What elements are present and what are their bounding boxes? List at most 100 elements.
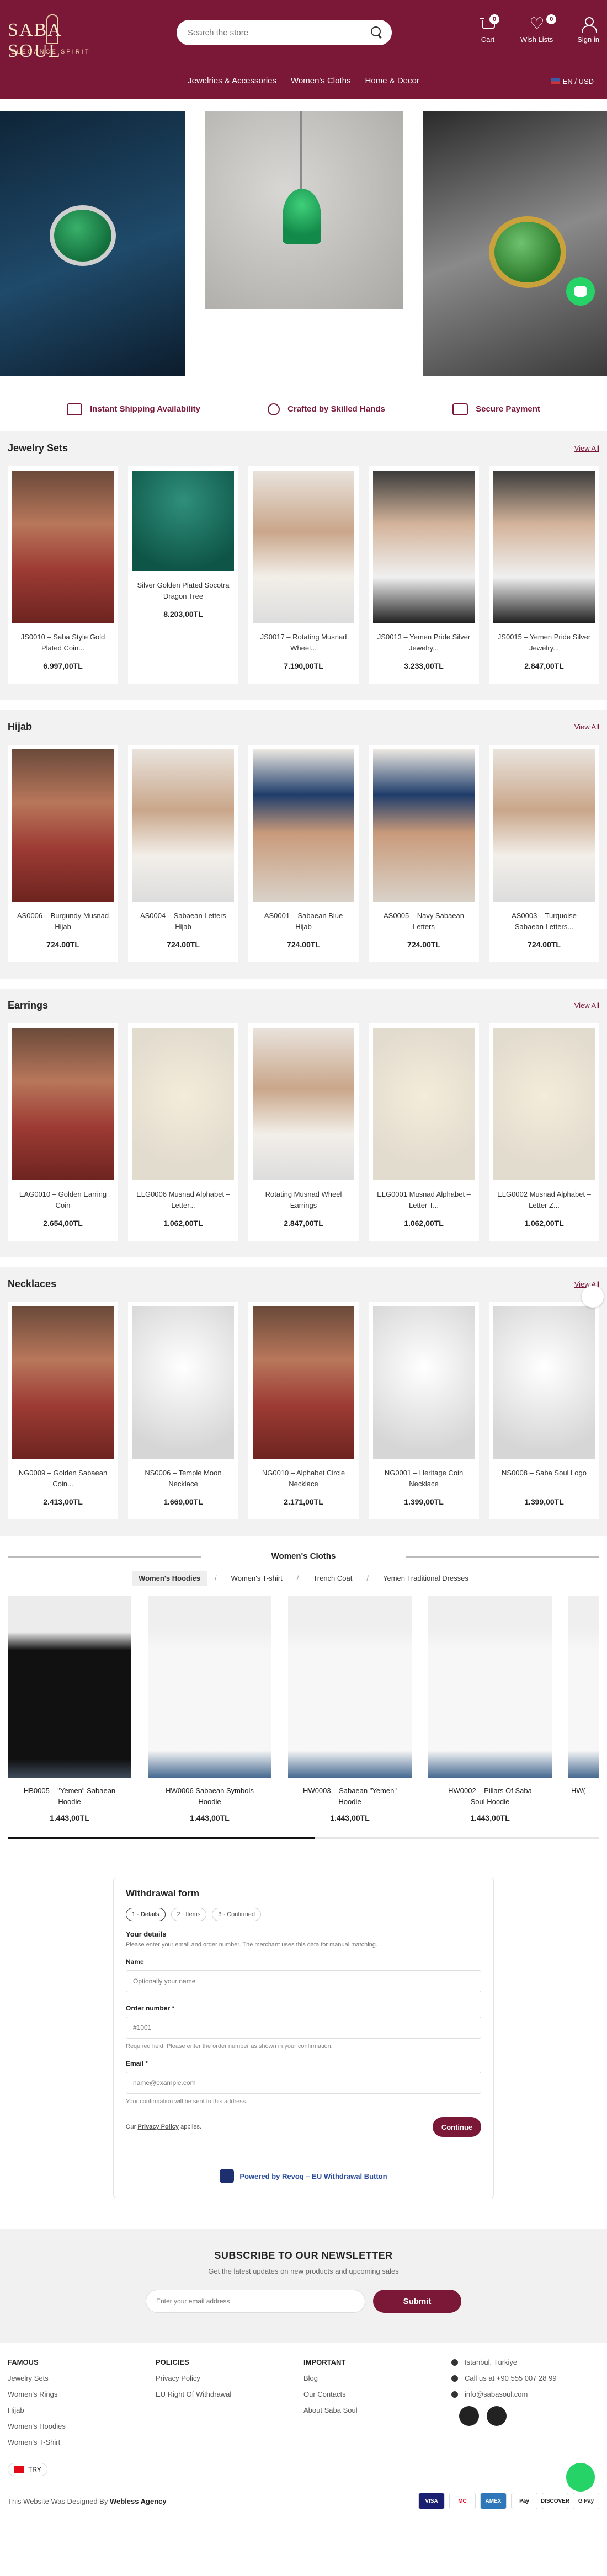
product-card[interactable]: AS0003 – Turquoise Sabaean Letters... 724…: [489, 745, 599, 962]
product-image[interactable]: [12, 1028, 114, 1180]
carousel-scrollbar[interactable]: [8, 1837, 599, 1839]
footer-link[interactable]: Our Contacts: [303, 2390, 451, 2398]
product-image[interactable]: [493, 749, 595, 902]
product-image[interactable]: [373, 1028, 475, 1180]
product-name[interactable]: HW(: [571, 1785, 599, 1796]
product-card[interactable]: HW0003 – Sabaean "Yemen" Hoodie 1.443,00T…: [288, 1596, 412, 1822]
currency-switcher[interactable]: TRY: [8, 2463, 47, 2476]
product-card[interactable]: NS0008 – Saba Soul Logo 1.399,00TL: [489, 1302, 599, 1519]
footer-link[interactable]: Women's Hoodies: [8, 2422, 156, 2430]
product-image[interactable]: [373, 749, 475, 902]
product-name[interactable]: JS0010 – Saba Style Gold Plated Coin...: [16, 632, 110, 654]
product-name[interactable]: HW0002 – Pillars Of Saba Soul Hoodie: [440, 1785, 540, 1807]
product-card[interactable]: ELG0002 Musnad Alphabet – Letter Z... 1.0…: [489, 1023, 599, 1241]
facebook-icon[interactable]: [459, 2406, 479, 2426]
powered-by[interactable]: Powered by Revoq – EU Withdrawal Button: [126, 2169, 481, 2183]
product-card[interactable]: Silver Golden Plated Socotra Dragon Tree…: [128, 466, 238, 684]
footer-link[interactable]: Hijab: [8, 2406, 156, 2414]
nav-item-jewelries[interactable]: Jewelries & Accessories: [188, 76, 276, 86]
whatsapp-chat-button[interactable]: [566, 277, 595, 306]
name-field[interactable]: [126, 1970, 481, 1992]
product-card[interactable]: HW0002 – Pillars Of Saba Soul Hoodie 1.44…: [428, 1596, 552, 1822]
product-image[interactable]: [253, 471, 354, 623]
footer-link[interactable]: Women's Rings: [8, 2390, 156, 2398]
product-name[interactable]: NG0010 – Alphabet Circle Necklace: [257, 1468, 350, 1490]
search-icon[interactable]: [371, 26, 383, 39]
contact-phone[interactable]: Call us at +90 555 007 28 99: [451, 2374, 599, 2382]
cart-button[interactable]: 0 Cart: [480, 14, 500, 44]
product-name[interactable]: ELG0006 Musnad Alphabet – Letter...: [136, 1189, 230, 1211]
product-card[interactable]: NG0001 – Heritage Coin Necklace 1.399,00T…: [369, 1302, 479, 1519]
product-card[interactable]: AS0004 – Sabaean Letters Hijab 724.00TL: [128, 745, 238, 962]
product-name[interactable]: EAG0010 – Golden Earring Coin: [16, 1189, 110, 1211]
tab-womens-tshirt[interactable]: Women's T-shirt: [225, 1571, 289, 1586]
product-card[interactable]: ELG0006 Musnad Alphabet – Letter... 1.062…: [128, 1023, 238, 1241]
product-name[interactable]: JS0015 – Yemen Pride Silver Jewelry...: [497, 632, 591, 654]
product-card[interactable]: ELG0001 Musnad Alphabet – Letter T... 1.0…: [369, 1023, 479, 1241]
product-image[interactable]: [373, 1306, 475, 1459]
product-card[interactable]: AS0005 – Navy Sabaean Letters 724.00TL: [369, 745, 479, 962]
product-image[interactable]: [12, 749, 114, 902]
footer-link[interactable]: Privacy Policy: [156, 2374, 303, 2382]
product-name[interactable]: NG0009 – Golden Sabaean Coin...: [16, 1468, 110, 1490]
contact-text[interactable]: Call us at +90 555 007 28 99: [465, 2374, 557, 2382]
product-card[interactable]: JS0010 – Saba Style Gold Plated Coin... 6…: [8, 466, 118, 684]
product-name[interactable]: ELG0001 Musnad Alphabet – Letter T...: [377, 1189, 471, 1211]
product-name[interactable]: NS0008 – Saba Soul Logo: [497, 1468, 591, 1490]
view-all-link[interactable]: View All: [574, 1001, 599, 1010]
product-card[interactable]: HW0006 Sabaean Symbols Hoodie 1.443,00TL: [148, 1596, 271, 1822]
wishlist-button[interactable]: 0 Wish Lists: [520, 14, 557, 44]
product-name[interactable]: AS0004 – Sabaean Letters Hijab: [136, 910, 230, 932]
tab-trench-coat[interactable]: Trench Coat: [306, 1571, 359, 1586]
product-name[interactable]: Rotating Musnad Wheel Earrings: [257, 1189, 350, 1211]
footer-link[interactable]: About Saba Soul: [303, 2406, 451, 2414]
nav-item-home-decor[interactable]: Home & Decor: [365, 76, 419, 86]
product-name[interactable]: AS0005 – Navy Sabaean Letters: [377, 910, 471, 932]
order-number-field[interactable]: [126, 2017, 481, 2039]
locale-switcher[interactable]: EN / USD: [550, 77, 594, 86]
footer-link[interactable]: EU Right Of Withdrawal: [156, 2390, 303, 2398]
product-card[interactable]: NG0009 – Golden Sabaean Coin... 2.413,00T…: [8, 1302, 118, 1519]
tab-womens-hoodies[interactable]: Women's Hoodies: [132, 1571, 207, 1586]
site-logo[interactable]: SABA SOUL ELEGANCE SPIRIT: [8, 14, 102, 61]
product-image[interactable]: [253, 749, 354, 902]
product-image[interactable]: [8, 1596, 131, 1778]
product-name[interactable]: HW0006 Sabaean Symbols Hoodie: [160, 1785, 259, 1807]
nav-item-womens-cloths[interactable]: Women's Cloths: [291, 76, 350, 86]
product-name[interactable]: AS0006 – Burgundy Musnad Hijab: [16, 910, 110, 932]
product-name[interactable]: NS0006 – Temple Moon Necklace: [136, 1468, 230, 1490]
product-image[interactable]: [253, 1306, 354, 1459]
product-card[interactable]: JS0017 – Rotating Musnad Wheel... 7.190,0…: [248, 466, 359, 684]
product-card[interactable]: HB0005 – "Yemen" Sabaean Hoodie 1.443,00T…: [8, 1596, 131, 1822]
product-card[interactable]: NS0006 – Temple Moon Necklace 1.669,00TL: [128, 1302, 238, 1519]
product-name[interactable]: HB0005 – "Yemen" Sabaean Hoodie: [20, 1785, 119, 1807]
product-name[interactable]: AS0001 – Sabaean Blue Hijab: [257, 910, 350, 932]
product-image[interactable]: [428, 1596, 552, 1778]
contact-text[interactable]: info@sabasoul.com: [465, 2390, 528, 2398]
product-name[interactable]: JS0017 – Rotating Musnad Wheel...: [257, 632, 350, 654]
product-card[interactable]: AS0001 – Sabaean Blue Hijab 724.00TL: [248, 745, 359, 962]
footer-link[interactable]: Blog: [303, 2374, 451, 2382]
product-image[interactable]: [132, 1028, 234, 1180]
instagram-icon[interactable]: [487, 2406, 507, 2426]
product-name[interactable]: NG0001 – Heritage Coin Necklace: [377, 1468, 471, 1490]
product-card[interactable]: EAG0010 – Golden Earring Coin 2.654,00TL: [8, 1023, 118, 1241]
footer-link[interactable]: Women's T-Shirt: [8, 2438, 156, 2446]
signin-button[interactable]: Sign in: [577, 17, 599, 44]
carousel-scroll-thumb[interactable]: [8, 1837, 316, 1839]
share-button[interactable]: [582, 1286, 604, 1308]
clothes-carousel[interactable]: HB0005 – "Yemen" Sabaean Hoodie 1.443,00T…: [8, 1596, 599, 1822]
product-name[interactable]: ELG0002 Musnad Alphabet – Letter Z...: [497, 1189, 591, 1211]
whatsapp-chat-button[interactable]: [566, 2463, 595, 2492]
contact-email[interactable]: info@sabasoul.com: [451, 2390, 599, 2398]
continue-button[interactable]: Continue: [433, 2117, 481, 2137]
product-image[interactable]: [12, 1306, 114, 1459]
product-image[interactable]: [288, 1596, 412, 1778]
product-image[interactable]: [148, 1596, 271, 1778]
product-name[interactable]: JS0013 – Yemen Pride Silver Jewelry...: [377, 632, 471, 654]
hero-slide-gold-ring[interactable]: [423, 111, 607, 376]
newsletter-email-field[interactable]: [146, 2290, 365, 2313]
email-field[interactable]: [126, 2072, 481, 2094]
product-card[interactable]: HW(: [568, 1596, 599, 1822]
view-all-link[interactable]: View All: [574, 444, 599, 452]
